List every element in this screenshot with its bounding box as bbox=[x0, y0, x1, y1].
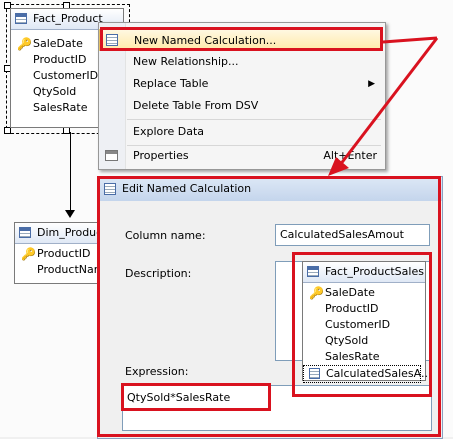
annotation-arrow-head-icon bbox=[328, 157, 349, 176]
annotation-arrows bbox=[328, 36, 439, 176]
annotation-arrow-line bbox=[382, 36, 438, 44]
annotation-arrow-line bbox=[338, 37, 439, 166]
